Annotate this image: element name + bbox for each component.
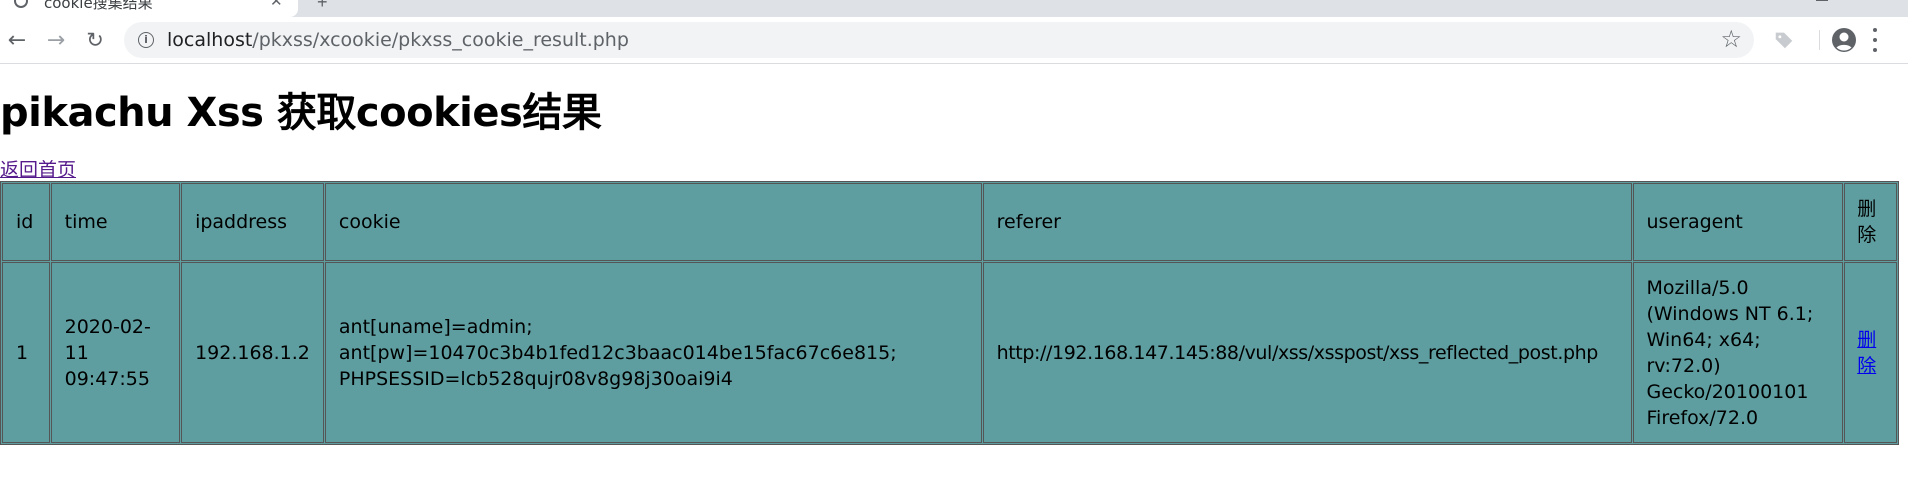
url-path: /pkxss/xcookie/pkxss_cookie_result.php — [252, 29, 629, 51]
forward-arrow-icon[interactable]: → — [41, 17, 71, 63]
page-favicon-icon — [14, 0, 28, 8]
tab-close-icon[interactable]: ✕ — [270, 0, 283, 10]
cell-delete: 删除 — [1844, 262, 1897, 443]
profile-avatar-icon[interactable] — [1830, 26, 1858, 54]
header-cookie: cookie — [324, 183, 982, 261]
cell-useragent: Mozilla/5.0 (Windows NT 6.1; Win64; x64;… — [1632, 262, 1844, 443]
cell-time: 2020-02-11 09:47:55 — [50, 262, 181, 443]
header-useragent: useragent — [1632, 183, 1844, 261]
cell-ipaddress: 192.168.1.2 — [181, 262, 324, 443]
reload-icon[interactable]: ↻ — [80, 17, 110, 63]
address-bar[interactable]: i localhost/pkxss/xcookie/pkxss_cookie_r… — [124, 22, 1754, 58]
page-content: pikachu Xss 获取cookies结果 返回首页 id time ipa… — [0, 64, 1908, 498]
header-referer: referer — [982, 183, 1632, 261]
tab-title: cookie搜集结果 — [44, 0, 153, 12]
site-info-icon[interactable]: i — [138, 32, 154, 48]
cell-cookie: ant[uname]=admin; ant[pw]=10470c3b4b1fed… — [324, 262, 982, 443]
home-link[interactable]: 返回首页 — [0, 155, 76, 182]
window-minimize-icon[interactable] — [1816, 0, 1828, 1]
cell-id: 1 — [2, 262, 50, 443]
toolbar-divider — [1819, 30, 1820, 50]
cell-referer: http://192.168.147.145:88/vul/xss/xsspos… — [982, 262, 1632, 443]
header-delete: 删除 — [1844, 183, 1897, 261]
browser-menu-icon[interactable] — [1872, 28, 1878, 52]
back-arrow-icon[interactable]: ← — [2, 17, 32, 63]
browser-toolbar: ← → ↻ i localhost/pkxss/xcookie/pkxss_co… — [0, 17, 1908, 64]
url-host: localhost — [167, 29, 253, 51]
browser-tab[interactable]: cookie搜集结果 ✕ — [0, 0, 298, 17]
header-time: time — [50, 183, 181, 261]
new-tab-icon[interactable]: + — [317, 0, 328, 13]
extension-tag-icon[interactable] — [1773, 29, 1795, 51]
header-ipaddress: ipaddress — [181, 183, 324, 261]
url-text[interactable]: localhost/pkxss/xcookie/pkxss_cookie_res… — [167, 29, 629, 51]
table-header-row: id time ipaddress cookie referer userage… — [2, 183, 1897, 261]
header-id: id — [2, 183, 50, 261]
page-title: pikachu Xss 获取cookies结果 — [0, 90, 602, 136]
cookie-results-table: id time ipaddress cookie referer userage… — [0, 181, 1899, 445]
tab-strip: cookie搜集结果 ✕ + — [0, 0, 1908, 17]
table-row: 1 2020-02-11 09:47:55 192.168.1.2 ant[un… — [2, 262, 1897, 443]
delete-link[interactable]: 删除 — [1857, 329, 1876, 377]
bookmark-star-icon[interactable]: ☆ — [1720, 25, 1742, 53]
